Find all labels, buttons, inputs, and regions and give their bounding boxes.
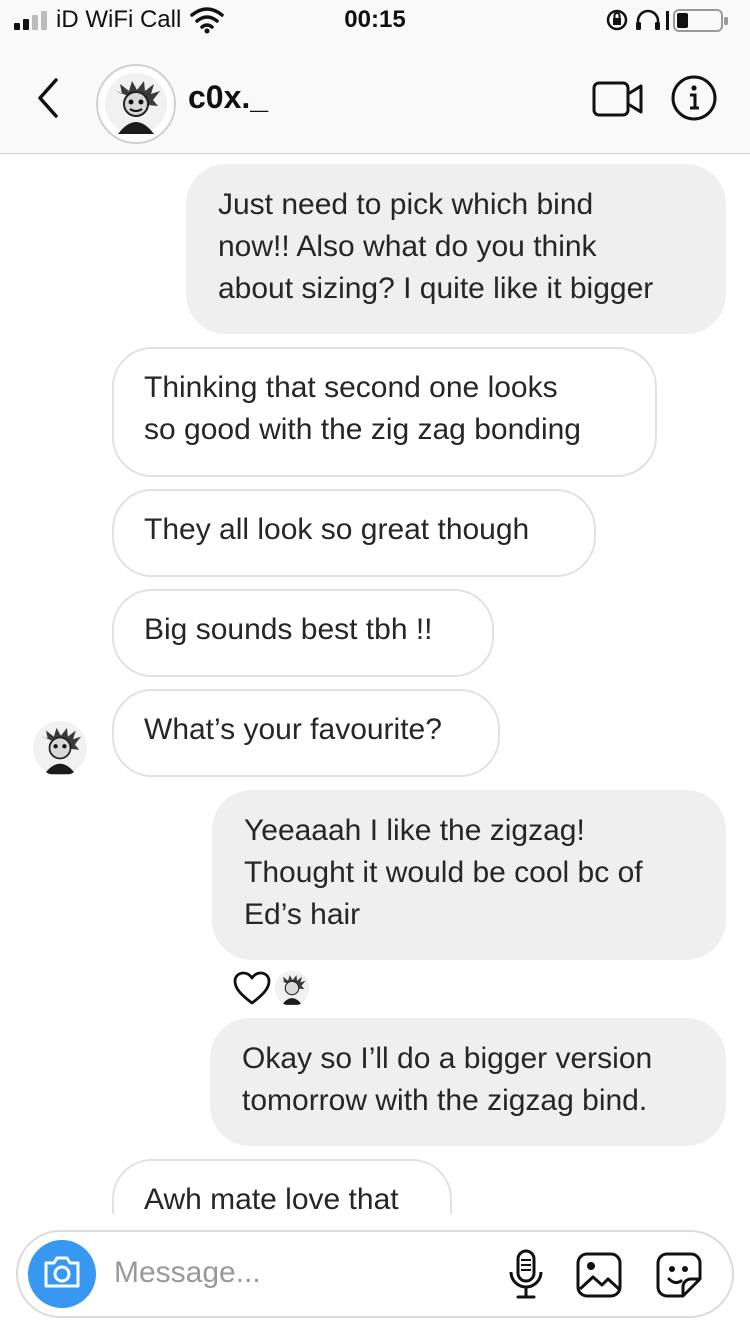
status-right-icons (606, 6, 736, 41)
reactor-avatar (274, 970, 310, 1006)
headphones-icon (636, 9, 660, 30)
message-bubble-outgoing[interactable]: Just need to pick which bind now!! Also … (186, 164, 726, 334)
message-bubble-incoming[interactable]: Thinking that second one looks so good w… (112, 347, 657, 477)
status-bar: iD WiFi Call 00:15 (0, 0, 750, 44)
message-input[interactable]: Message... (114, 1256, 261, 1290)
orientation-lock-icon (606, 9, 628, 31)
message-composer: Message... (16, 1230, 734, 1318)
message-bubble-incoming[interactable]: Big sounds best tbh !! (112, 589, 494, 677)
back-chevron-icon[interactable] (30, 74, 64, 127)
heart-outline-icon[interactable] (232, 970, 272, 1011)
message-bubble-outgoing[interactable]: Yeeaaah I like the zigzag! Thought it wo… (212, 790, 726, 960)
video-call-icon[interactable] (592, 80, 644, 123)
camera-button[interactable] (28, 1240, 96, 1308)
camera-icon (42, 1255, 82, 1294)
microphone-icon[interactable] (506, 1248, 546, 1307)
message-bubble-incoming[interactable]: They all look so great though (112, 489, 596, 577)
chat-username[interactable]: c0x._ (188, 79, 268, 116)
gallery-icon[interactable] (575, 1251, 623, 1304)
message-bubble-incoming[interactable]: What’s your favourite? (112, 689, 500, 777)
message-bubble-outgoing[interactable]: Okay so I’ll do a bigger version tomorro… (210, 1018, 726, 1146)
info-icon[interactable] (670, 74, 718, 127)
message-thread[interactable]: Just need to pick which bind now!! Also … (0, 154, 750, 1214)
sticker-icon[interactable] (655, 1251, 703, 1304)
chat-header: c0x._ (0, 44, 750, 154)
battery-icon (673, 9, 728, 32)
sender-avatar[interactable] (32, 720, 88, 776)
message-bubble-incoming[interactable]: Awh mate love that (112, 1159, 452, 1214)
avatar[interactable] (96, 64, 176, 144)
